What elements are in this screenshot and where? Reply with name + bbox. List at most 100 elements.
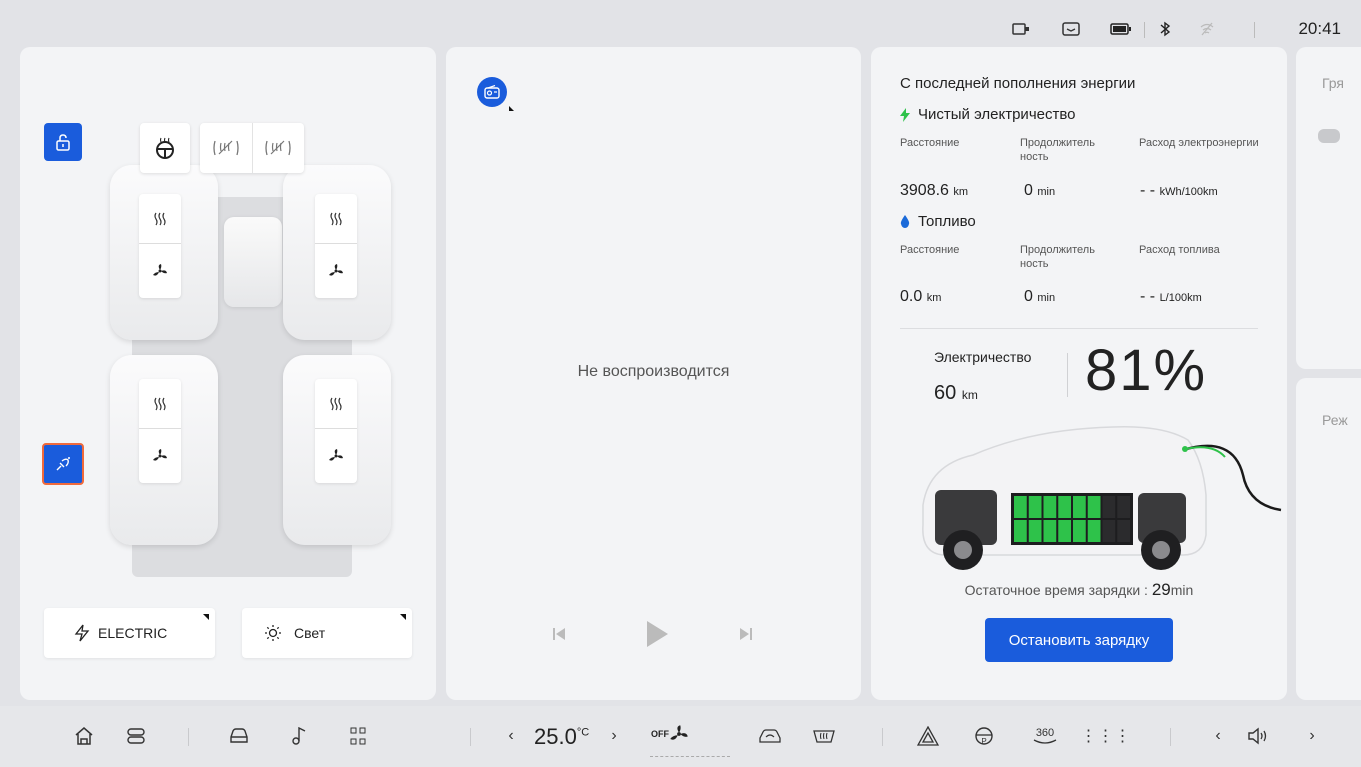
side-card-2-label: Реж xyxy=(1322,412,1348,428)
fuel-col-duration: Продолжитель ность xyxy=(1020,244,1095,271)
light-button[interactable]: Свет xyxy=(242,608,412,658)
play-icon xyxy=(647,621,668,647)
seat-heat-icon[interactable] xyxy=(139,194,181,244)
seat-fan-icon[interactable] xyxy=(315,431,357,481)
more-icon[interactable]: ⋮⋮⋮ xyxy=(1081,722,1131,750)
fan-level-indicator xyxy=(650,756,730,757)
energy-panel: С последней пополнения энергии Чистый эл… xyxy=(871,47,1287,700)
battery-cell xyxy=(1058,520,1071,542)
energy-mode-label: ELECTRIC xyxy=(98,625,168,641)
fuel-duration-value: 0 min xyxy=(1024,288,1056,305)
battery-cell xyxy=(1028,520,1042,542)
bluetooth-icon[interactable] xyxy=(1156,21,1174,37)
previous-icon xyxy=(553,628,565,640)
seat-heat-icon[interactable] xyxy=(315,194,357,244)
electric-col-duration: Продолжитель ность xyxy=(1020,137,1095,164)
fuel-consumption-value: - - L/100km xyxy=(1140,288,1202,305)
play-button[interactable] xyxy=(642,619,672,649)
car-icon[interactable] xyxy=(225,722,253,750)
electric-col-distance: Расстояние xyxy=(900,137,960,149)
steering-parking-icon[interactable]: P xyxy=(970,722,998,750)
charging-car-image xyxy=(913,415,1291,585)
temp-decrease-button[interactable]: ‹ xyxy=(497,722,525,750)
lightning-icon xyxy=(900,107,910,122)
battery-icon xyxy=(1110,22,1132,36)
light-label: Свет xyxy=(294,625,326,641)
temperature-value: 25.0 xyxy=(534,724,577,749)
electricity-label: Электричество xyxy=(934,349,1032,365)
battery-cell xyxy=(1058,496,1071,518)
camera-360-icon[interactable]: 360 xyxy=(1028,722,1062,750)
recirculation-icon[interactable] xyxy=(756,722,784,750)
battery-cell xyxy=(1117,496,1130,518)
battery-cell xyxy=(1102,520,1116,542)
unlock-button[interactable] xyxy=(44,123,82,161)
seat-control-rear-right xyxy=(315,379,357,483)
side-card-2[interactable]: Реж xyxy=(1296,378,1361,700)
battery-cell xyxy=(1087,496,1101,518)
fuel-title: Топливо xyxy=(918,213,976,230)
side-card-1[interactable]: Гря xyxy=(1296,47,1361,369)
hazard-icon[interactable] xyxy=(914,722,942,750)
camera-icon[interactable] xyxy=(1012,22,1030,36)
toggle-icon[interactable] xyxy=(122,722,150,750)
electric-consumption-value: - - kWh/100km xyxy=(1140,182,1218,199)
seat-control-rear-left xyxy=(139,379,181,483)
clock: 20:41 xyxy=(1298,19,1341,38)
energy-mode-button[interactable]: ELECTRIC xyxy=(44,608,215,658)
fuel-col-distance: Расстояние xyxy=(900,244,960,256)
center-console xyxy=(224,217,282,307)
media-panel: Не воспроизводится xyxy=(446,47,861,700)
message-icon[interactable] xyxy=(1062,22,1080,36)
windshield-controls xyxy=(200,123,304,173)
seat-fan-icon[interactable] xyxy=(139,246,181,296)
seat-heat-icon[interactable] xyxy=(139,379,181,429)
battery-cell xyxy=(1014,520,1027,542)
stop-charging-button[interactable]: Остановить зарядку xyxy=(985,618,1173,662)
seat-control-front-right xyxy=(315,194,357,298)
music-icon[interactable] xyxy=(285,722,313,750)
fuel-drop-icon xyxy=(900,215,910,228)
temp-increase-button[interactable]: › xyxy=(600,722,628,750)
battery-cell xyxy=(1028,496,1042,518)
charge-port-button[interactable] xyxy=(42,443,84,485)
side-card-1-label: Гря xyxy=(1322,75,1345,91)
status-bar: 20:41 xyxy=(0,0,1361,44)
temperature: 25.0°C xyxy=(534,724,589,750)
divider xyxy=(900,328,1258,329)
charge-time-label: Остаточное время зарядки : xyxy=(964,582,1148,598)
fan-off-label: OFF xyxy=(651,729,669,739)
electric-distance-value: 3908.6 km xyxy=(900,182,969,199)
charge-port-icon xyxy=(56,457,70,471)
battery-cell xyxy=(1073,520,1086,542)
volume-icon[interactable] xyxy=(1244,722,1272,750)
charge-time-value: 29 xyxy=(1151,580,1171,599)
electric-section-title: Чистый электричество xyxy=(900,106,1076,123)
fan-button[interactable]: OFF xyxy=(651,724,689,744)
steering-heat-icon[interactable] xyxy=(140,123,190,173)
temperature-unit: °C xyxy=(576,726,590,739)
sun-icon xyxy=(264,624,282,642)
rear-defrost-icon[interactable] xyxy=(810,722,838,750)
volume-increase-button[interactable]: › xyxy=(1298,722,1326,750)
seat-fan-icon[interactable] xyxy=(315,246,357,296)
media-status: Не воспроизводится xyxy=(577,363,730,380)
next-track-button[interactable] xyxy=(736,624,756,644)
seat-control-front-left xyxy=(139,194,181,298)
windshield-heat-icon[interactable] xyxy=(253,123,305,173)
apps-icon[interactable] xyxy=(344,722,372,750)
climate-panel: ELECTRIC Свет xyxy=(20,47,436,700)
dropdown-indicator xyxy=(400,614,406,620)
seat-fan-icon[interactable] xyxy=(139,431,181,481)
radio-icon[interactable] xyxy=(477,77,507,107)
volume-decrease-button[interactable]: ‹ xyxy=(1204,722,1232,750)
electric-title: Чистый электричество xyxy=(918,106,1076,123)
previous-track-button[interactable] xyxy=(549,624,569,644)
windshield-heat-icon[interactable] xyxy=(200,123,253,173)
wifi-off-icon[interactable] xyxy=(1198,22,1216,36)
electric-duration-value: 0 min xyxy=(1024,182,1056,199)
home-icon[interactable] xyxy=(70,722,98,750)
battery-cell xyxy=(1043,520,1057,542)
seat-heat-icon[interactable] xyxy=(315,379,357,429)
battery-cell xyxy=(1087,520,1101,542)
